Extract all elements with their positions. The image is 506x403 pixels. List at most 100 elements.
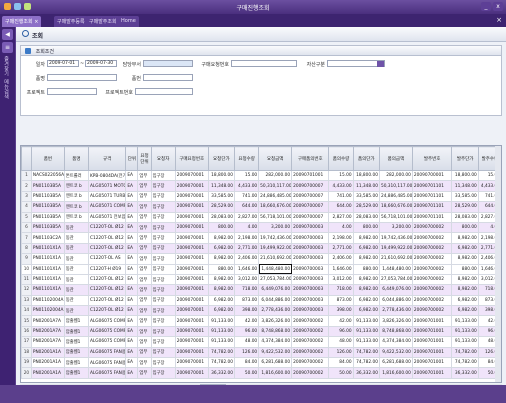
table-cell[interactable]: PN01101X1A — [30, 263, 65, 275]
table-cell[interactable]: PN02001A7A — [30, 336, 65, 348]
table-cell[interactable]: 20090700003 — [291, 273, 330, 286]
table-cell[interactable]: 20090700003 — [291, 294, 330, 307]
table-cell[interactable]: 업무 — [137, 273, 152, 286]
table-cell[interactable]: EA — [125, 242, 139, 255]
table-cell[interactable]: 6,982.00 — [207, 305, 236, 317]
table-cell[interactable]: EA — [125, 169, 139, 182]
table-cell[interactable]: 19,742,436.00 — [378, 232, 413, 244]
table-cell[interactable]: 1,448,480.00 — [258, 263, 293, 275]
table-cell[interactable]: 126.00 — [234, 346, 260, 359]
table-cell[interactable]: 입구장 — [150, 367, 176, 379]
table-cell[interactable]: 20090700002 — [411, 253, 453, 265]
table-cell[interactable]: 50.00 — [328, 367, 354, 379]
table-row[interactable]: 12 PN01101X1A 동관 C1220T-OL Ø12 EA 업무 입구장 200907… — [21, 284, 501, 296]
column-header[interactable]: 품의금액 — [378, 146, 413, 171]
table-cell[interactable]: 업무 — [137, 253, 152, 265]
table-cell[interactable]: 282,000.00 — [258, 169, 293, 182]
table-cell[interactable]: 입구장 — [150, 305, 176, 317]
table-cell[interactable]: 압출휀1 — [63, 336, 89, 348]
table-cell[interactable]: 74,782.00 — [352, 346, 380, 359]
table-cell[interactable]: 24,886,485.00 — [258, 190, 293, 203]
table-cell[interactable]: PN01102004A — [30, 305, 65, 317]
table-cell[interactable]: 엔트코 b — [63, 180, 89, 192]
table-cell[interactable]: 20090700001 — [411, 169, 453, 182]
table-cell[interactable]: 91,133.00 — [207, 325, 236, 338]
collapse-icon[interactable] — [25, 48, 31, 54]
table-cell[interactable]: C1220T-OL Ø12 — [87, 305, 127, 317]
table-cell[interactable]: 11,348.00 — [352, 180, 380, 192]
table-row[interactable]: 16 PN02001A7A 압출휀1 ALG06075 COMP-I EA 업무 입구장 20… — [21, 325, 501, 338]
table-cell[interactable]: 20090701101 — [411, 180, 453, 192]
table-cell[interactable]: 20090700002 — [411, 221, 453, 234]
table-cell[interactable]: 20090700002 — [291, 346, 330, 359]
table-row[interactable]: 9 PN01101X1A 동관 C1220T-OL AS EA 업무 입구장 20090700… — [21, 253, 501, 265]
table-cell[interactable]: 91,133.00 — [207, 336, 236, 348]
table-cell[interactable]: 3,826,326.00 — [378, 315, 413, 327]
table-row[interactable]: 18 PN02001A1A 압출휀1 ALG06075 FAN용 EA 업무 입구장 2009… — [21, 346, 501, 359]
table-cell[interactable]: 압출휀1 — [63, 346, 89, 359]
table-cell[interactable]: 20090701001 — [411, 346, 453, 359]
date-to-input[interactable]: 2009-07-30 — [85, 60, 117, 67]
table-cell[interactable]: 압출휀1 — [63, 357, 89, 369]
table-cell[interactable]: 압출휀1 — [63, 315, 89, 327]
table-cell[interactable]: 업무 — [137, 242, 152, 255]
table-cell[interactable]: PN01101X1A — [30, 284, 65, 296]
table-cell[interactable]: EA — [125, 346, 139, 359]
table-cell[interactable]: 8,982.00 — [451, 284, 479, 296]
table-cell[interactable]: 동관 — [63, 263, 89, 275]
table-cell[interactable]: 6,044,886.00 — [378, 294, 413, 307]
table-cell[interactable]: 20090700002 — [291, 367, 330, 379]
table-cell[interactable]: 입구장 — [150, 346, 176, 359]
table-cell[interactable]: C1220T-OL Ø12 — [87, 221, 127, 234]
table-cell[interactable]: 입구장 — [150, 263, 176, 275]
table-cell[interactable]: 2009070001 — [174, 315, 209, 327]
table-cell[interactable]: 282,000.00 — [378, 169, 413, 182]
table-cell[interactable]: 2,406.00 — [234, 253, 260, 265]
table-cell[interactable]: 업무 — [137, 367, 152, 379]
table-cell[interactable]: 74,782.00 — [451, 357, 479, 369]
table-cell[interactable]: 압출휀1 — [63, 367, 89, 379]
table-cell[interactable]: 입구장 — [150, 357, 176, 369]
table-row[interactable]: 2 PN01103B5A 엔트코 b ALG05071 MOTOP EA 업무 입구장 200… — [21, 180, 501, 192]
table-cell[interactable]: 2009070001 — [174, 305, 209, 317]
table-cell[interactable]: 업무 — [137, 190, 152, 203]
table-row[interactable]: 13 PN01102004A 동관 C1220T-OL Ø12 EA 업무 입구장 20090… — [21, 294, 501, 307]
column-header[interactable]: 발주번호 — [411, 146, 453, 171]
table-row[interactable]: 10 PN01101X1A 동관 C1220T-H Ø19 EA 업무 입구장 2009070… — [21, 263, 501, 275]
table-cell[interactable]: 엔트코 b — [63, 211, 89, 223]
table-cell[interactable]: 28,083.00 — [207, 211, 236, 223]
table-cell[interactable]: 644.00 — [328, 201, 354, 213]
table-cell[interactable]: PN01103B5A — [30, 180, 65, 192]
table-cell[interactable]: 2009070001 — [174, 263, 209, 275]
table-cell[interactable]: ALG06075 FAN용 — [87, 346, 127, 359]
table-cell[interactable]: C1220T-OL Ø12 — [87, 242, 127, 255]
table-cell[interactable]: 2009070001 — [174, 294, 209, 307]
table-cell[interactable]: 2009070001 — [174, 273, 209, 286]
table-cell[interactable]: EA — [125, 253, 139, 265]
table-cell[interactable]: 4,433.00 — [234, 180, 260, 192]
tab-home[interactable]: Home — [118, 16, 139, 27]
table-cell[interactable]: 91,133.00 — [451, 315, 479, 327]
table-cell[interactable]: 644.00 — [234, 201, 260, 213]
table-cell[interactable]: 20090700003 — [291, 305, 330, 317]
table-cell[interactable]: 11,348.00 — [207, 180, 236, 192]
column-header[interactable]: 품의수량 — [328, 146, 354, 171]
table-cell[interactable]: PN01103B5A — [30, 190, 65, 203]
table-cell[interactable]: 8,982.00 — [207, 232, 236, 244]
table-cell[interactable]: EA — [125, 325, 139, 338]
table-cell[interactable]: 27,053,784.00 — [378, 273, 413, 286]
table-cell[interactable]: 업무 — [137, 325, 152, 338]
column-header[interactable]: 요청자 — [150, 146, 176, 171]
table-cell[interactable]: 8,982.00 — [352, 253, 380, 265]
table-cell[interactable]: 업무 — [137, 294, 152, 307]
table-cell[interactable]: EA — [125, 221, 139, 234]
table-cell[interactable]: 126.00 — [328, 346, 354, 359]
table-cell[interactable]: PN01103B5A — [30, 201, 65, 213]
table-cell[interactable]: 2009070001 — [174, 253, 209, 265]
column-header[interactable]: 요청금액 — [258, 146, 293, 171]
table-cell[interactable]: 8,982.00 — [352, 284, 380, 296]
table-cell[interactable]: 18,800.00 — [451, 169, 479, 182]
search-icon[interactable] — [22, 30, 29, 37]
table-cell[interactable]: EA — [125, 294, 139, 307]
table-cell[interactable]: 28,529.00 — [451, 201, 479, 213]
